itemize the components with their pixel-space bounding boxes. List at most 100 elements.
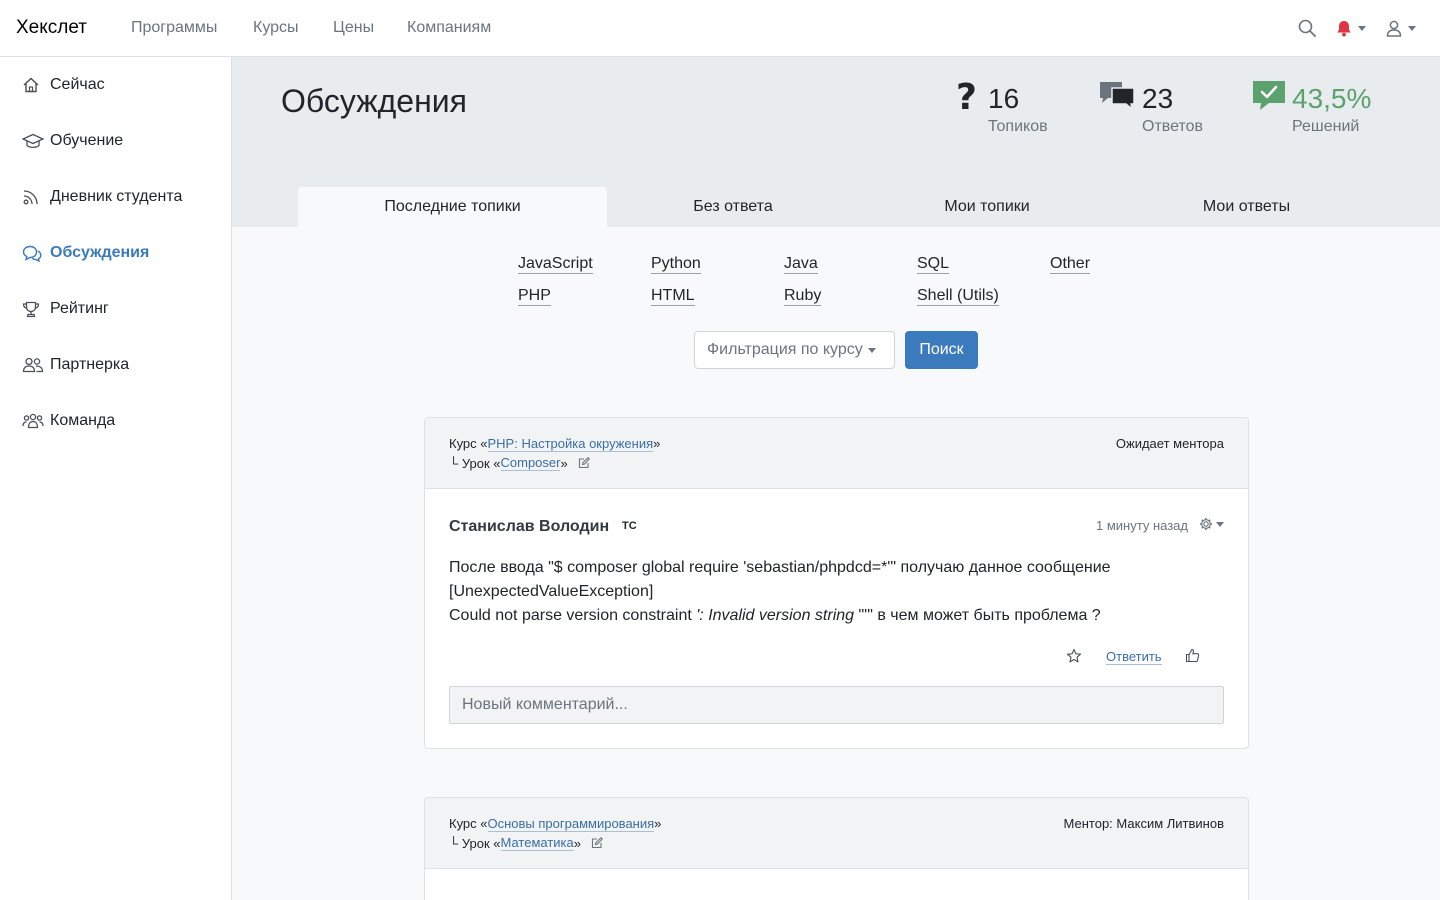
search-icon[interactable] <box>1298 19 1316 37</box>
thumbs-up-icon[interactable] <box>1185 648 1200 668</box>
reply-link[interactable]: Ответить <box>1106 649 1162 665</box>
sidebar-item-label: Обучение <box>50 132 124 149</box>
course-suffix: » <box>654 816 662 831</box>
trophy-icon <box>22 301 44 318</box>
sidebar-item-label: Команда <box>50 412 116 429</box>
chevron-down-icon <box>1216 521 1224 527</box>
lesson-link[interactable]: Математика <box>500 835 574 851</box>
comments-icon <box>1098 80 1136 117</box>
stat-label: Решений <box>1292 118 1360 135</box>
sidebar-item-diary[interactable]: Дневник студента <box>22 185 182 209</box>
tab-unanswered[interactable]: Без ответа <box>607 187 859 227</box>
nav-link-prices[interactable]: Цены <box>333 19 374 37</box>
check-comment-icon <box>1252 80 1286 117</box>
nav-icons <box>1298 16 1416 40</box>
sidebar-item-label: Обсуждения <box>50 244 150 261</box>
lesson-suffix: » <box>560 455 568 471</box>
language-filter-ruby[interactable]: Ruby <box>784 287 822 306</box>
chat-bubbles-icon <box>22 245 44 262</box>
course-link[interactable]: Основы программирования <box>487 816 655 832</box>
stat-label: Топиков <box>988 118 1048 135</box>
nav-link-courses[interactable]: Курсы <box>253 19 299 37</box>
sidebar-item-partner[interactable]: Партнерка <box>22 353 129 377</box>
course-filter-select[interactable]: Фильтрация по курсу <box>694 331 895 369</box>
users-icon <box>22 357 44 373</box>
topic-author[interactable]: Станислав Володин <box>449 518 609 536</box>
star-icon[interactable] <box>1066 648 1082 669</box>
graduation-cap-icon <box>22 133 44 149</box>
topic-settings-dropdown[interactable] <box>1199 517 1224 531</box>
search-button[interactable]: Поиск <box>905 331 978 369</box>
edit-icon[interactable] <box>591 837 603 849</box>
notifications-dropdown[interactable] <box>1336 20 1366 37</box>
team-icon <box>22 413 44 429</box>
topic-card: Курс «PHP: Настройка окружения» └ Урок «… <box>424 417 1249 749</box>
page-title: Обсуждения <box>281 83 467 119</box>
edit-icon[interactable] <box>578 457 590 469</box>
sidebar-item-label: Дневник студента <box>50 188 183 205</box>
comment-input[interactable]: Новый комментарий... <box>449 686 1224 724</box>
language-filter-html[interactable]: HTML <box>651 287 695 306</box>
sidebar-item-team[interactable]: Команда <box>22 409 115 433</box>
topic-status: Ментор: Максим Литвинов <box>1063 816 1224 831</box>
sidebar-item-learning[interactable]: Обучение <box>22 129 123 153</box>
topic-body-line: После ввода "$ composer global require '… <box>449 559 1111 576</box>
tab-my-answers[interactable]: Мои ответы <box>1115 187 1378 227</box>
body-text-segment: Could not parse version constraint <box>449 607 697 624</box>
sidebar-item-label: Партнерка <box>50 356 130 373</box>
language-filter-javascript[interactable]: JavaScript <box>518 255 593 274</box>
broadcast-icon <box>22 188 44 206</box>
course-prefix: Курс « <box>449 816 488 831</box>
lesson-link[interactable]: Composer <box>500 455 561 471</box>
chevron-down-icon <box>867 347 876 353</box>
topic-body-line: [UnexpectedValueException] <box>449 583 654 600</box>
top-navbar: Хекслет Программы Курсы Цены Компаниям <box>0 0 1440 57</box>
nav-link-companies[interactable]: Компаниям <box>407 19 491 37</box>
course-link[interactable]: PHP: Настройка окружения <box>487 436 654 452</box>
language-filter-php[interactable]: PHP <box>518 287 551 306</box>
topic-body-line: Could not parse version constraint ': In… <box>449 604 1229 628</box>
topic-card-header: Курс «Основы программирования» └ Урок «М… <box>425 798 1248 869</box>
sidebar: Сейчас Обучение Дневник студента Обсужде… <box>0 57 232 900</box>
topic-time: 1 минуту назад <box>1096 518 1188 533</box>
stat-value: 16 <box>988 83 1020 114</box>
author-badge: ТС <box>622 520 637 532</box>
lesson-prefix: └ Урок « <box>449 455 501 471</box>
topic-body: После ввода "$ composer global require '… <box>449 556 1229 628</box>
main-content: JavaScript Python Java SQL Other PHP HTM… <box>232 227 1440 900</box>
sidebar-item-label: Рейтинг <box>50 300 109 317</box>
stat-label: Ответов <box>1142 118 1204 135</box>
chevron-down-icon <box>1358 25 1366 31</box>
nav-link-programs[interactable]: Программы <box>131 19 217 37</box>
topic-lesson: └ Урок «Математика» <box>449 835 603 851</box>
sidebar-item-now[interactable]: Сейчас <box>22 73 105 97</box>
topic-course: Курс «PHP: Настройка окружения» <box>449 436 660 452</box>
language-filter-python[interactable]: Python <box>651 255 701 274</box>
language-filter-shell[interactable]: Shell (Utils) <box>917 287 999 306</box>
chevron-down-icon <box>1408 25 1416 31</box>
user-icon <box>1386 20 1402 37</box>
stat-value: 43,5% <box>1292 83 1372 114</box>
topic-card: Курс «Основы программирования» └ Урок «М… <box>424 797 1249 900</box>
gear-icon <box>1199 517 1213 531</box>
user-menu-dropdown[interactable] <box>1386 20 1416 37</box>
svg-text:?: ? <box>956 77 977 115</box>
topic-lesson: └ Урок «Composer» <box>449 455 590 471</box>
sidebar-item-label: Сейчас <box>50 76 105 93</box>
tab-my-topics[interactable]: Мои топики <box>859 187 1115 227</box>
language-filter-sql[interactable]: SQL <box>917 255 950 274</box>
sidebar-item-discussions[interactable]: Обсуждения <box>22 241 149 265</box>
language-filter-java[interactable]: Java <box>784 255 818 274</box>
home-icon <box>22 77 44 93</box>
topic-tabs: Последние топики Без ответа Мои топики М… <box>298 187 1378 227</box>
body-text-segment: "'" в чем может быть проблема ? <box>854 607 1101 624</box>
course-prefix: Курс « <box>449 436 488 451</box>
topic-card-body: Станислав Володин ТС 1 минуту назад Посл… <box>425 489 1248 748</box>
question-icon: ? <box>956 77 980 120</box>
sidebar-item-rating[interactable]: Рейтинг <box>22 297 109 321</box>
language-filter-other[interactable]: Other <box>1050 255 1091 274</box>
topic-course: Курс «Основы программирования» <box>449 816 662 832</box>
course-filter-label: Фильтрация по курсу <box>707 341 863 358</box>
tab-latest-topics[interactable]: Последние топики <box>298 187 607 227</box>
brand-logo[interactable]: Хекслет <box>16 17 87 39</box>
